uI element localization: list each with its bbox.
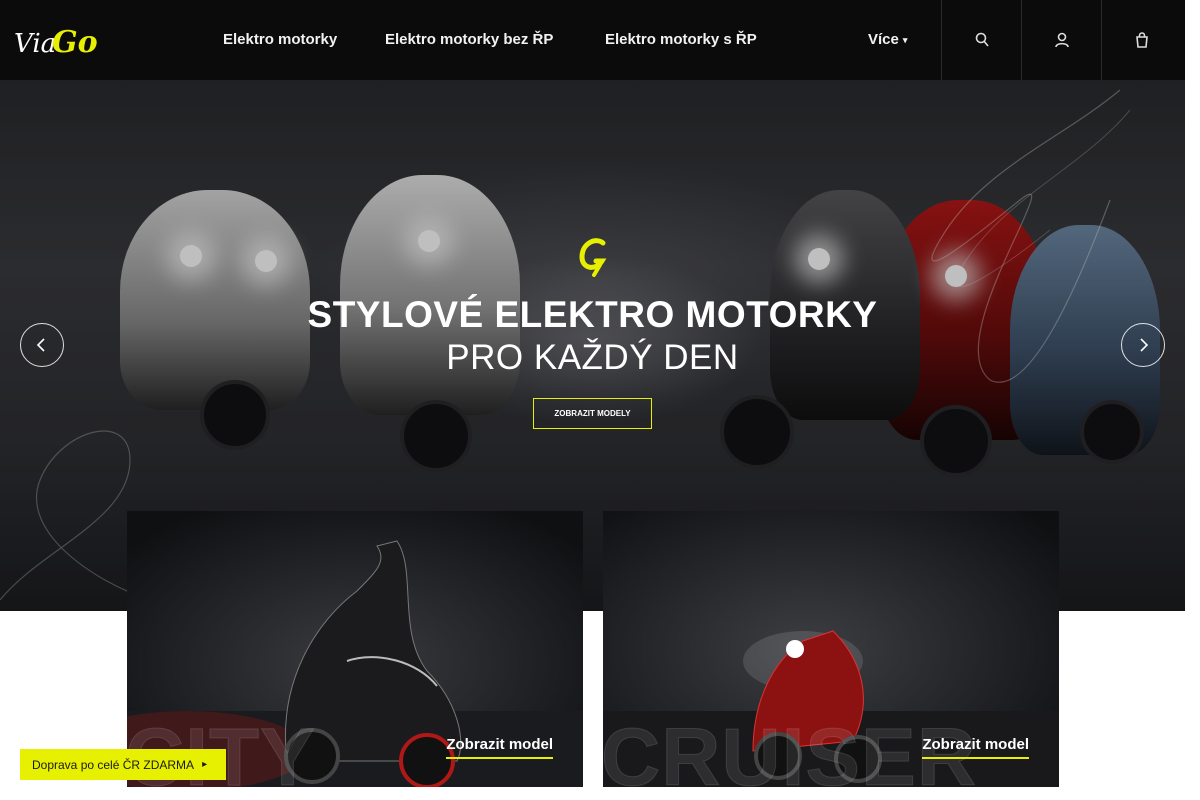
chevron-right-icon (1140, 338, 1149, 352)
cart-icon (1135, 32, 1148, 48)
user-icon (1054, 32, 1069, 48)
search-button[interactable] (941, 0, 1021, 80)
account-button[interactable] (1021, 0, 1101, 80)
cart-button[interactable] (1101, 0, 1181, 80)
site-header: Via Go Elektro motorky Elektro motorky b… (0, 0, 1185, 80)
hero-title: STYLOVÉ ELEKTRO MOTORKY (307, 294, 878, 335)
search-icon (975, 32, 989, 47)
free-shipping-badge[interactable]: Doprava po celé ČR ZDARMA ▸ (20, 749, 226, 780)
svg-text:Go: Go (52, 25, 98, 60)
slider-prev-button[interactable] (20, 323, 64, 367)
model-card-city[interactable]: CITY Zobrazit model (127, 511, 583, 787)
nav-more-menu[interactable]: Více ▾ (868, 31, 907, 48)
nav-elektro-motorky-s-rp[interactable]: Elektro motorky s ŘP (605, 31, 757, 48)
viago-g-mark-icon (579, 238, 607, 277)
show-models-button[interactable]: ZOBRAZIT MODELY (533, 398, 652, 429)
model-name-watermark: CRUISER (603, 712, 978, 788)
truck-icon: ▸ (202, 759, 208, 770)
slider-next-button[interactable] (1121, 323, 1165, 367)
viago-logo[interactable]: Via Go (12, 18, 102, 62)
hero-subtitle: PRO KAŽDÝ DEN (446, 338, 739, 377)
model-card-cruiser[interactable]: CRUISER Zobrazit model (603, 511, 1059, 787)
free-shipping-label: Doprava po celé ČR ZDARMA (32, 757, 195, 772)
chevron-down-icon: ▾ (902, 34, 908, 45)
city-show-model-link[interactable]: Zobrazit model (446, 736, 553, 759)
nav-more-label: Více (868, 31, 899, 48)
cruiser-show-model-link[interactable]: Zobrazit model (922, 736, 1029, 759)
svg-text:Via: Via (14, 29, 56, 59)
nav-elektro-motorky-bez-rp[interactable]: Elektro motorky bez ŘP (385, 31, 553, 48)
nav-elektro-motorky[interactable]: Elektro motorky (223, 31, 337, 48)
chevron-left-icon (36, 338, 45, 352)
